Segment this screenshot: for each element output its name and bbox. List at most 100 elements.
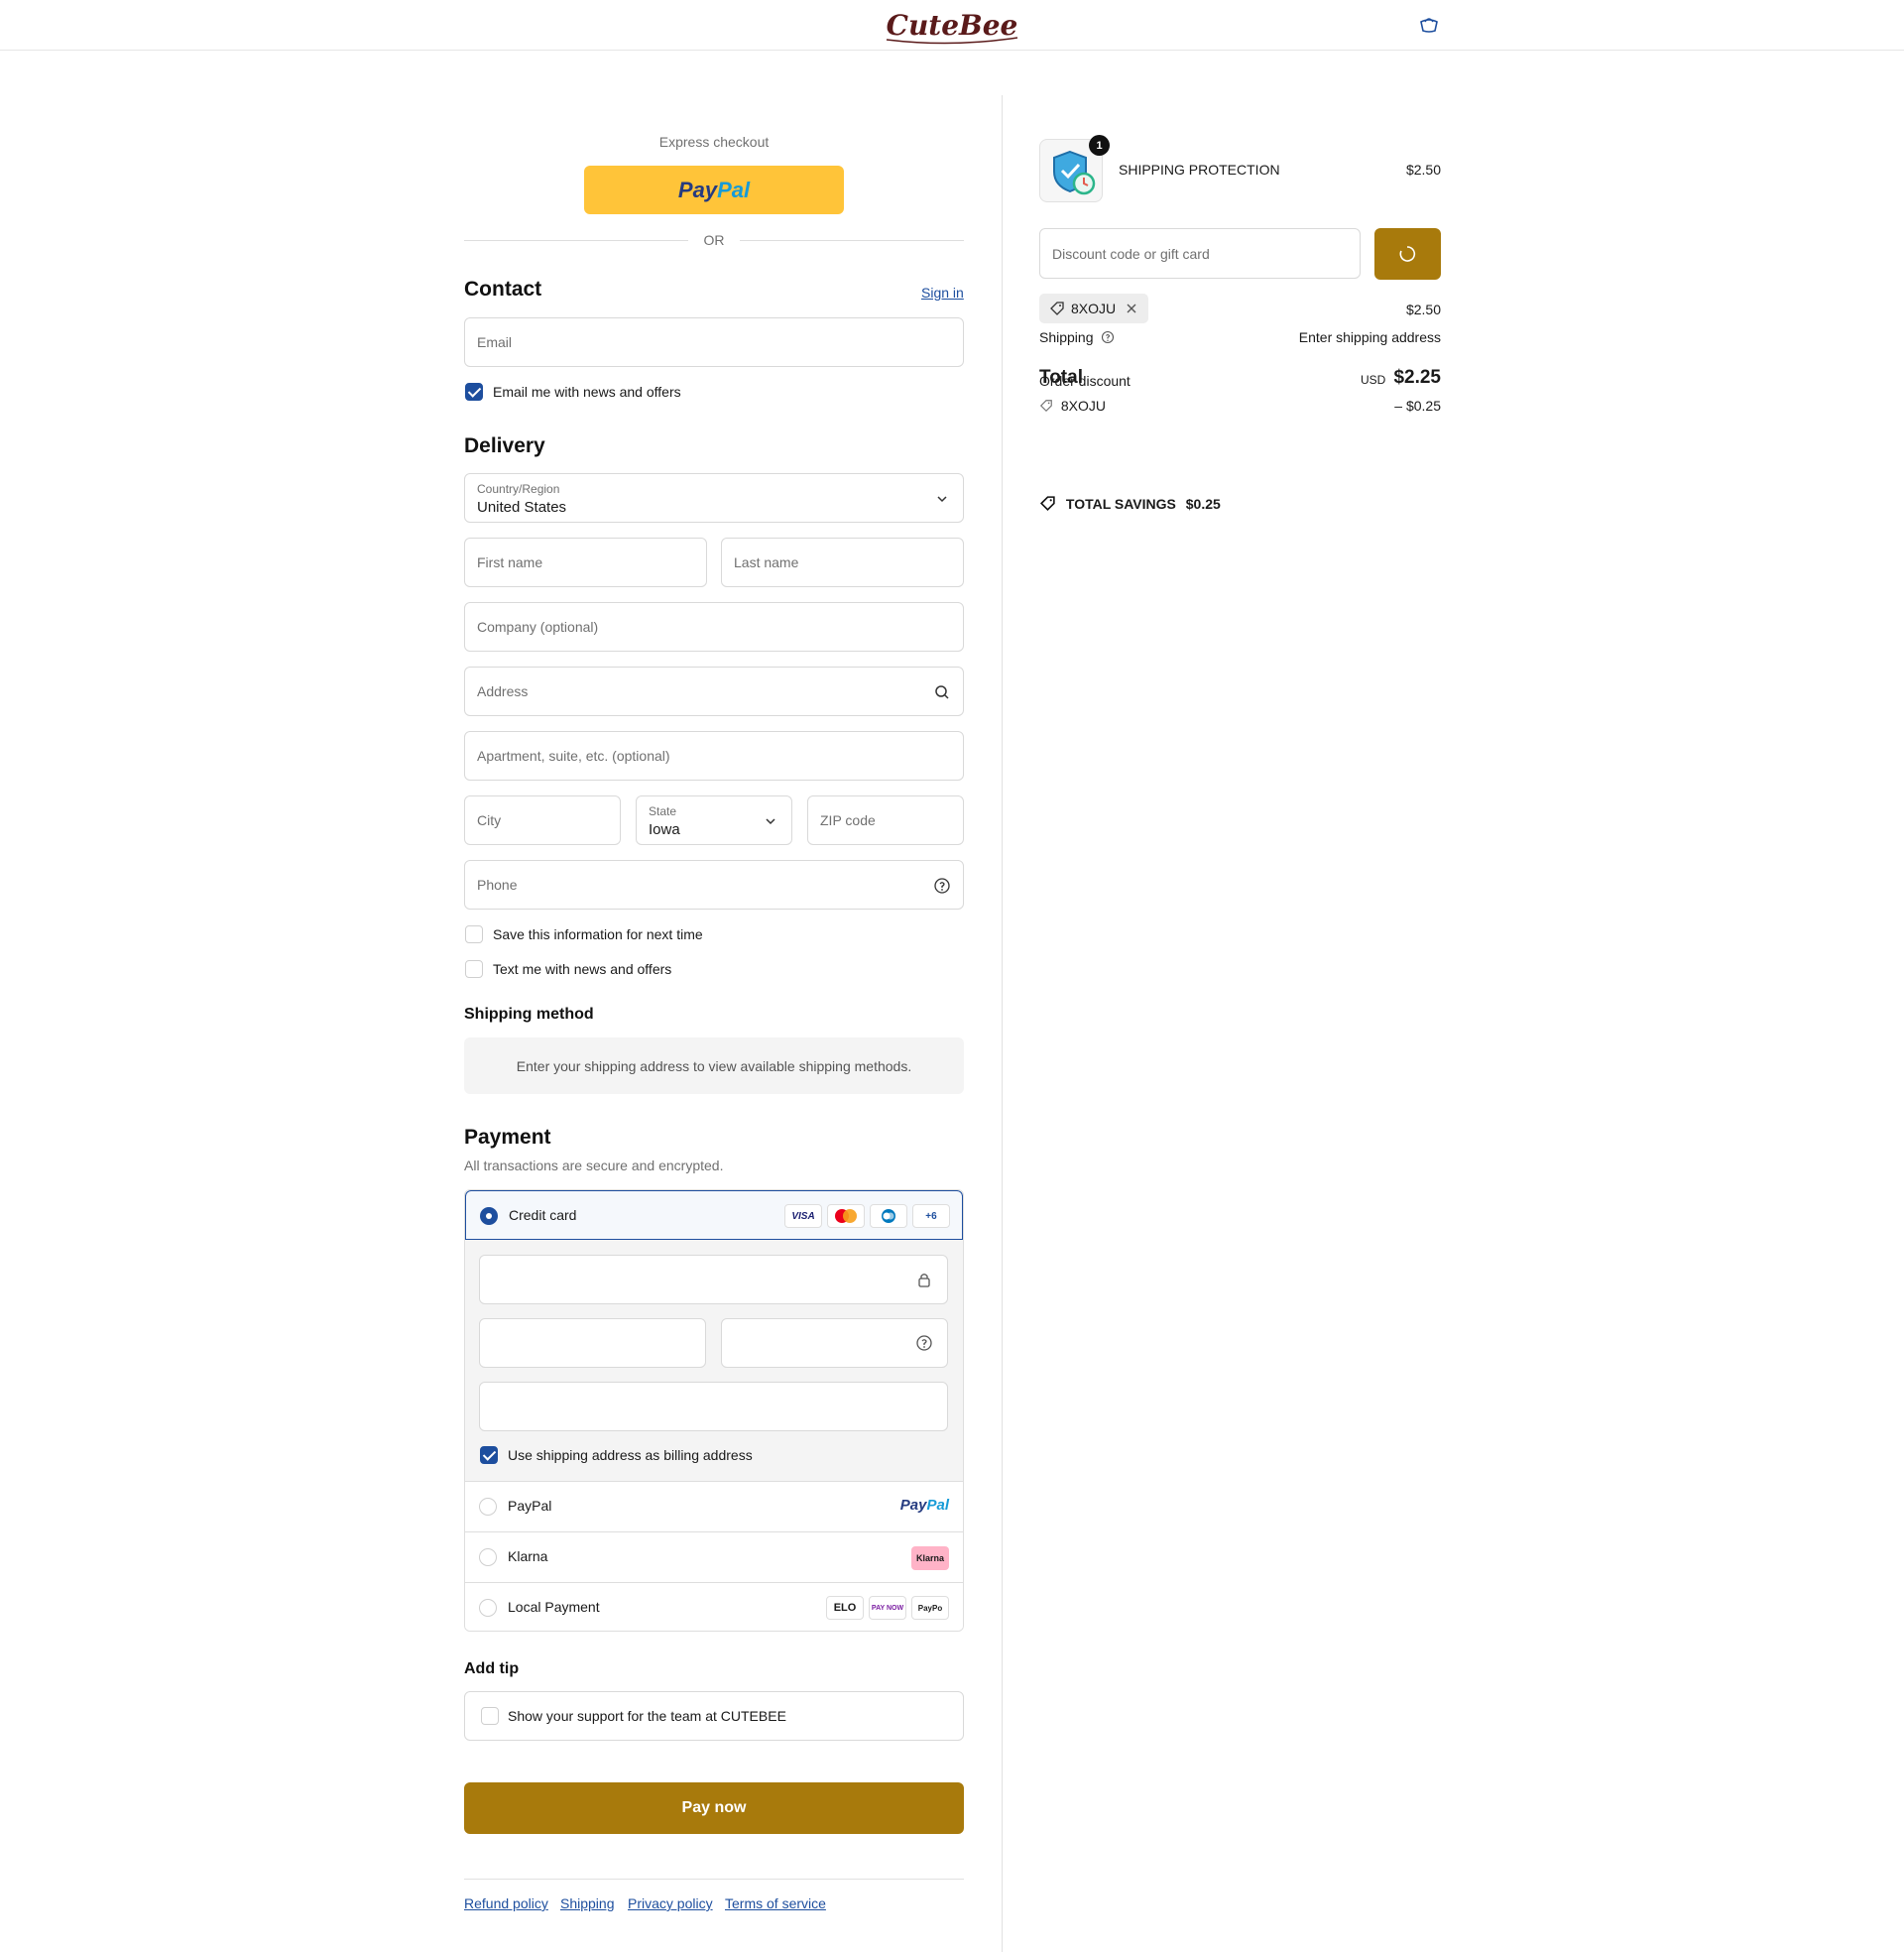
last-name-field[interactable]: Last name: [721, 538, 964, 587]
email-news-checkbox[interactable]: [465, 383, 483, 401]
klarna-radio[interactable]: [479, 1548, 497, 1566]
credit-card-option[interactable]: Credit card VISA +6: [465, 1190, 963, 1240]
pay-now-button[interactable]: Pay now: [464, 1782, 964, 1834]
tip-checkbox[interactable]: [481, 1707, 499, 1725]
total-savings: TOTAL SAVINGS $0.25: [1039, 495, 1221, 512]
elo-icon: ELO: [826, 1596, 864, 1620]
local-payment-radio[interactable]: [479, 1599, 497, 1617]
total-value: $2.25: [1393, 367, 1441, 388]
sign-in-link[interactable]: Sign in: [921, 285, 964, 301]
applied-code-text: 8XOJU: [1071, 301, 1117, 316]
shipping-method-title: Shipping method: [464, 1006, 594, 1023]
name-on-card-field[interactable]: [479, 1382, 948, 1431]
more-cards-badge: +6: [912, 1204, 950, 1228]
text-offers-checkbox[interactable]: [465, 960, 483, 978]
first-name-field[interactable]: First name: [464, 538, 707, 587]
quantity-badge: 1: [1089, 135, 1110, 156]
apartment-placeholder: Apartment, suite, etc. (optional): [477, 748, 670, 764]
discount-code-text: 8XOJU: [1060, 398, 1107, 414]
payment-title: Payment: [464, 1126, 551, 1149]
email-field[interactable]: Email: [464, 317, 964, 367]
or-divider-left: [464, 240, 688, 241]
paypal-logo: PayPal: [900, 1497, 949, 1514]
last-name-placeholder: Last name: [734, 554, 799, 570]
apartment-field[interactable]: Apartment, suite, etc. (optional): [464, 731, 964, 781]
discount-code-field[interactable]: Discount code or gift card: [1039, 228, 1361, 279]
order-discount-label: Order discount: [1039, 373, 1130, 389]
paypal-option[interactable]: PayPal PayPal: [465, 1481, 963, 1531]
phone-placeholder: Phone: [477, 877, 518, 893]
klarna-option[interactable]: Klarna Klarna: [465, 1531, 963, 1582]
help-circle-icon[interactable]: [1101, 330, 1115, 344]
email-news-label: Email me with news and offers: [493, 384, 681, 400]
total-savings-label: TOTAL SAVINGS: [1065, 496, 1176, 512]
klarna-label: Klarna: [508, 1548, 548, 1564]
tip-option[interactable]: Show your support for the team at CUTEBE…: [464, 1691, 964, 1741]
security-code-field[interactable]: [721, 1318, 948, 1368]
address-field[interactable]: Address: [464, 667, 964, 716]
shipping-label: Shipping: [1039, 329, 1115, 345]
apply-discount-button[interactable]: [1374, 228, 1441, 280]
credit-card-radio[interactable]: [480, 1207, 498, 1225]
paypal-radio[interactable]: [479, 1498, 497, 1516]
credit-card-label: Credit card: [509, 1207, 577, 1223]
paypal-logo-left: Pay: [899, 1497, 927, 1514]
diners-club-icon: [870, 1204, 907, 1228]
state-label: State: [649, 804, 677, 818]
shipping-label-text: Shipping: [1039, 329, 1094, 345]
subtotal-value: $2.50: [1405, 302, 1441, 317]
state-value: Iowa: [649, 821, 680, 838]
billing-address-checkbox[interactable]: [480, 1446, 498, 1464]
shipping-value: Enter shipping address: [1298, 329, 1441, 345]
paypal-express-button[interactable]: Pay Pal: [584, 166, 844, 214]
tag-icon: [1039, 496, 1055, 512]
product-price: $2.50: [1405, 162, 1441, 178]
help-circle-icon[interactable]: [933, 877, 951, 895]
spinner-icon: [1399, 246, 1416, 262]
text-offers-label: Text me with news and offers: [493, 961, 672, 977]
local-payment-label: Local Payment: [508, 1599, 600, 1615]
refund-policy-link[interactable]: Refund policy: [464, 1895, 548, 1911]
city-placeholder: City: [477, 812, 502, 828]
country-select[interactable]: Country/Region United States: [464, 473, 964, 523]
paypal-logo-left: Pay: [677, 177, 718, 202]
phone-field[interactable]: Phone: [464, 860, 964, 910]
paypal-label: PayPal: [508, 1498, 552, 1514]
or-text: OR: [703, 232, 725, 248]
email-placeholder: Email: [477, 334, 513, 350]
cutebee-logo[interactable]: CuteBee: [869, 4, 1035, 48]
help-circle-icon[interactable]: [915, 1334, 933, 1352]
discount-value: – $0.25: [1394, 398, 1441, 414]
cart-icon[interactable]: [1418, 15, 1440, 35]
card-number-field[interactable]: [479, 1255, 948, 1304]
privacy-policy-link[interactable]: Privacy policy: [628, 1895, 713, 1911]
city-field[interactable]: City: [464, 795, 621, 845]
applied-code-chip: 8XOJU: [1039, 294, 1148, 323]
discount-placeholder: Discount code or gift card: [1052, 245, 1210, 262]
credit-card-form: Use shipping address as billing address: [465, 1240, 963, 1481]
zip-placeholder: ZIP code: [820, 812, 876, 828]
zip-field[interactable]: ZIP code: [807, 795, 964, 845]
state-select[interactable]: State Iowa: [636, 795, 792, 845]
payment-subtitle: All transactions are secure and encrypte…: [464, 1158, 724, 1173]
expiration-date-field[interactable]: [479, 1318, 706, 1368]
terms-of-service-link[interactable]: Terms of service: [725, 1895, 826, 1911]
delivery-title: Delivery: [464, 434, 545, 457]
company-field[interactable]: Company (optional): [464, 602, 964, 652]
shipping-policy-link[interactable]: Shipping: [560, 1895, 615, 1911]
header: CuteBee: [0, 0, 1904, 51]
column-divider: [1002, 95, 1003, 1952]
save-info-checkbox[interactable]: [465, 925, 483, 943]
klarna-logo: Klarna: [911, 1546, 949, 1570]
pay-now-label: Pay now: [681, 1799, 747, 1816]
shipping-method-message: Enter your shipping address to view avai…: [464, 1037, 964, 1094]
close-icon[interactable]: [1126, 303, 1137, 314]
tag-icon: [1039, 400, 1052, 413]
chevron-down-icon: [937, 496, 947, 503]
paypal-logo-right: Pal: [717, 177, 751, 202]
paynow-icon: PAY NOW: [869, 1596, 906, 1620]
discount-code-row: 8XOJU: [1039, 398, 1106, 414]
local-payment-option[interactable]: Local Payment ELO PAY NOW PayPo: [465, 1582, 963, 1631]
shipping-method-text: Enter your shipping address to view avai…: [516, 1057, 912, 1074]
country-label: Country/Region: [477, 482, 560, 496]
